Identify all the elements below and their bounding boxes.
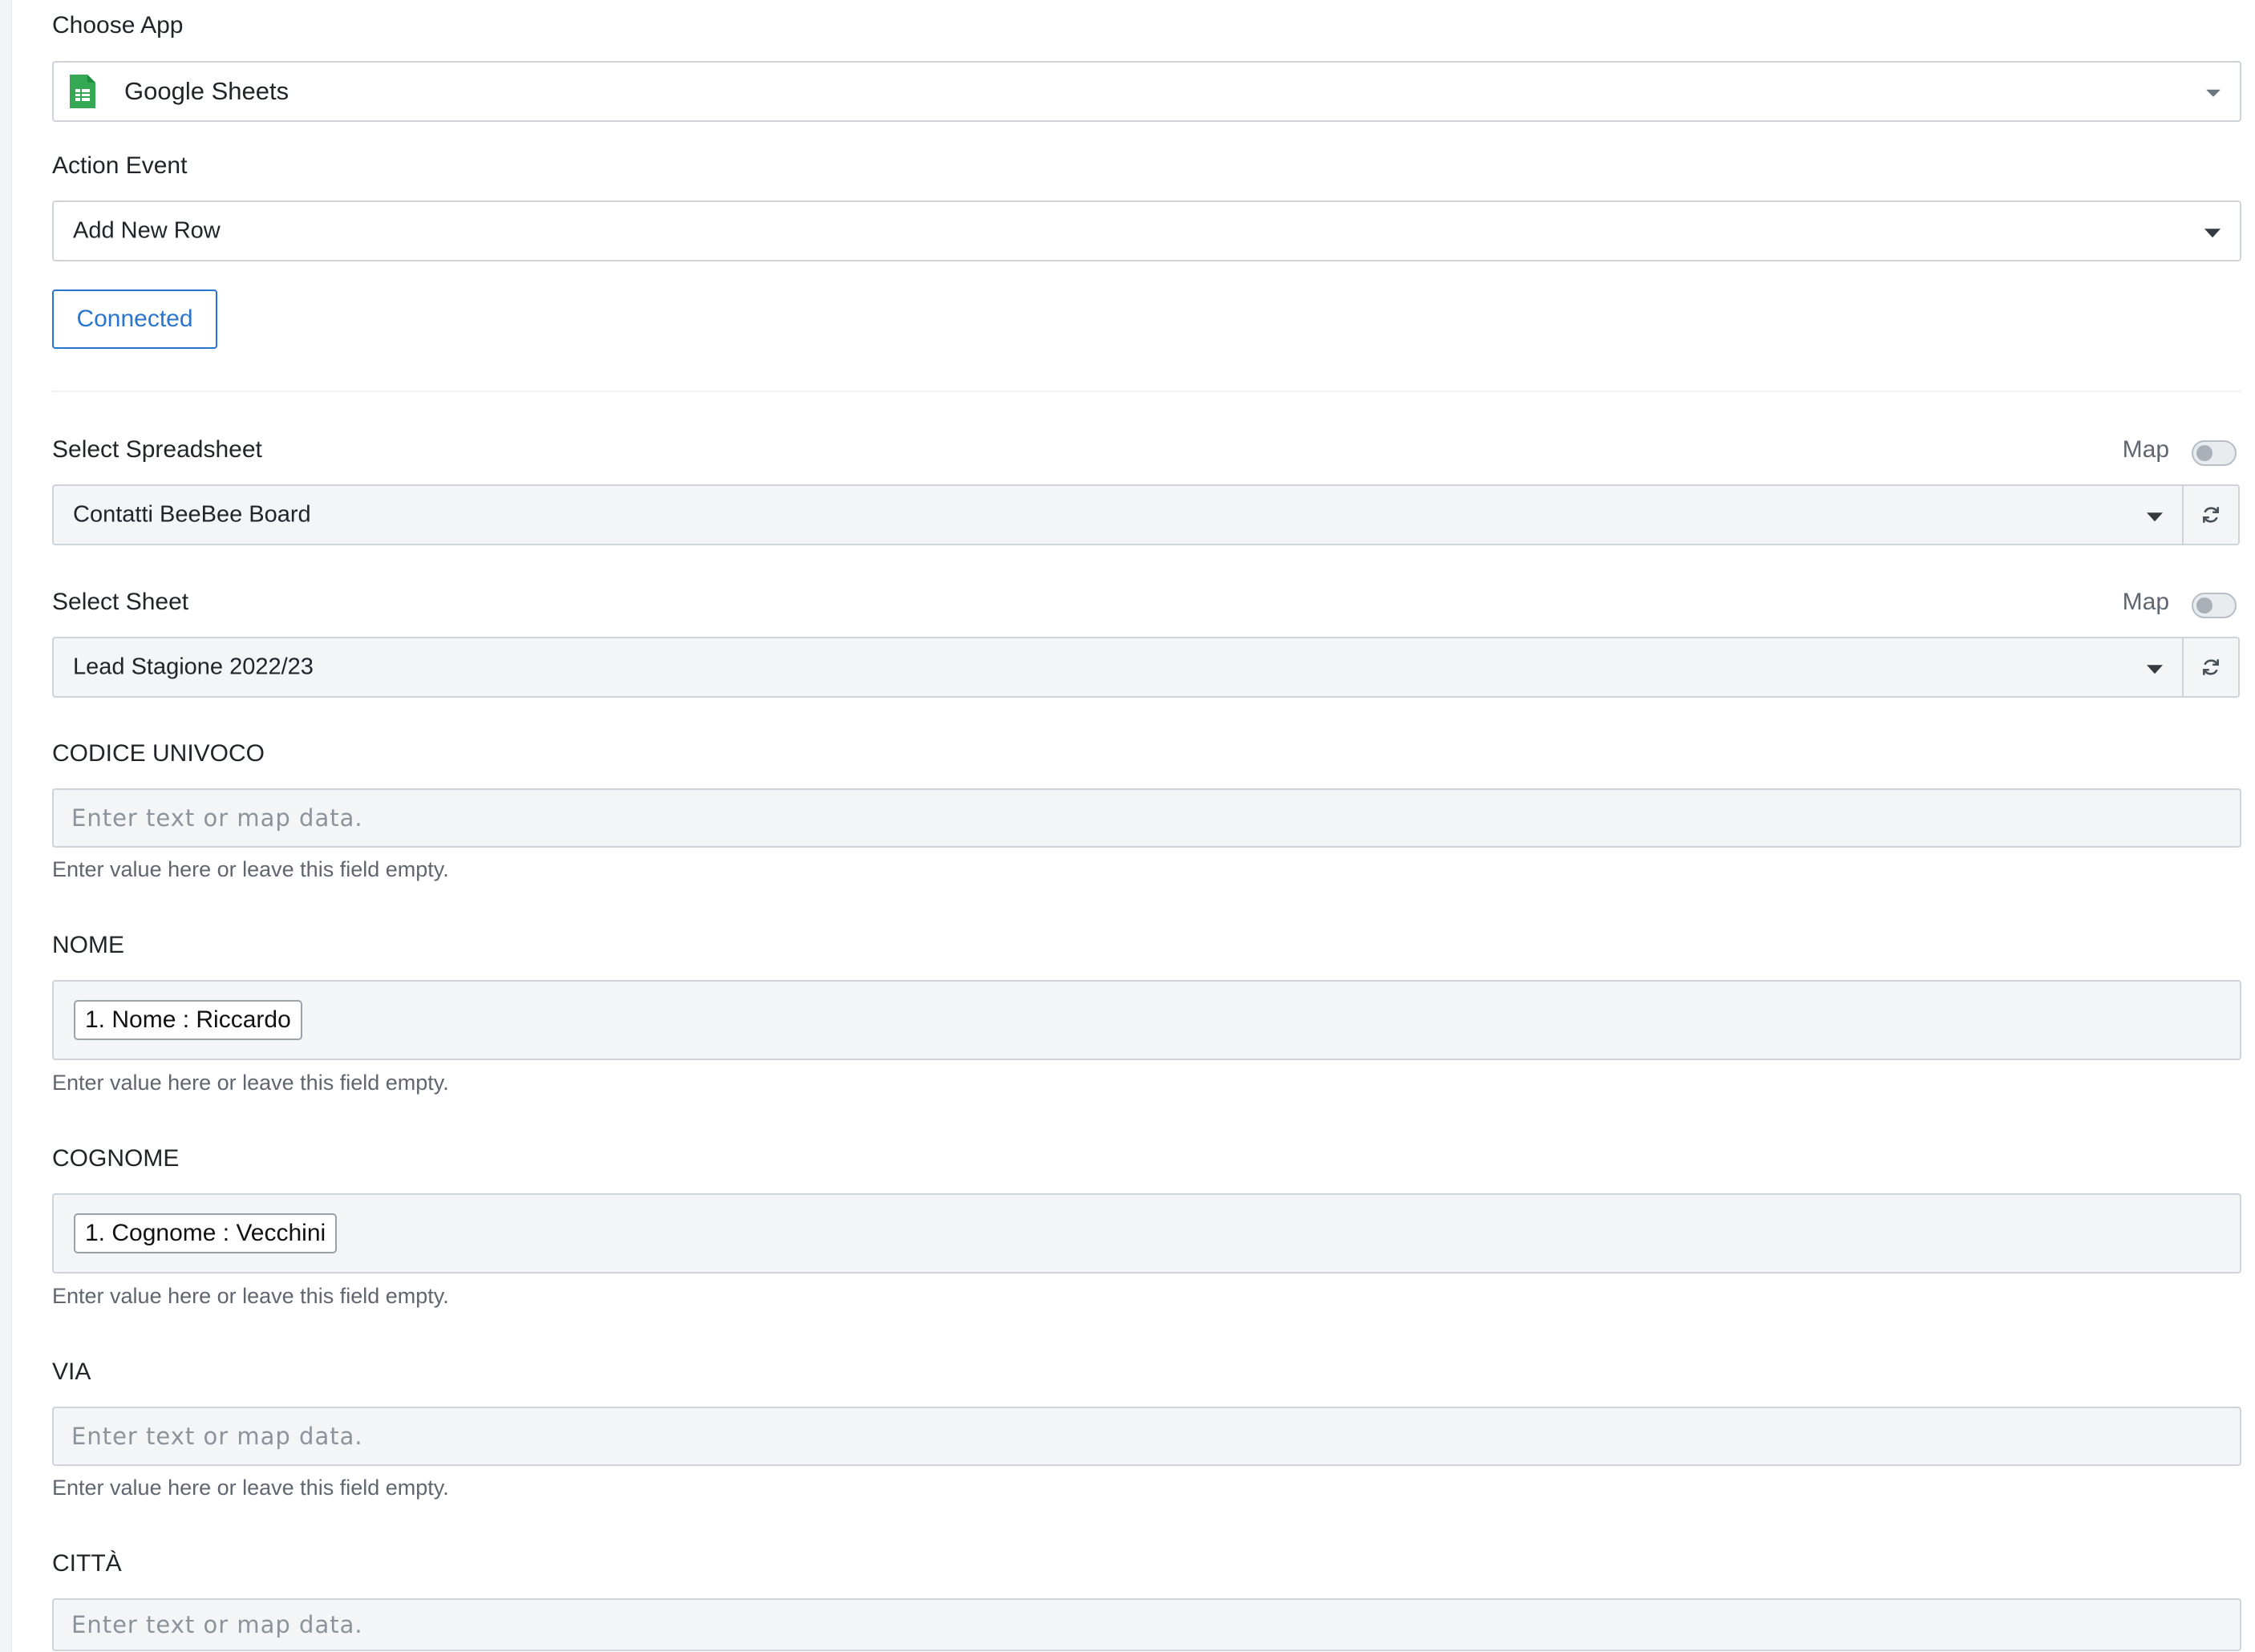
section-divider bbox=[52, 391, 2241, 392]
sheet-label: Select Sheet bbox=[52, 589, 189, 615]
nome-input[interactable]: 1. Nome : Riccardo bbox=[52, 980, 2241, 1060]
sheet-map-label: Map bbox=[2122, 589, 2169, 615]
refresh-icon bbox=[2203, 507, 2219, 523]
action-event-label: Action Event bbox=[52, 152, 188, 179]
field-help-text: Enter value here or leave this field emp… bbox=[52, 1284, 449, 1308]
action-event-value: Add New Row bbox=[73, 217, 221, 244]
sheet-map-control: Map bbox=[2081, 586, 2241, 618]
cognome-input[interactable]: 1. Cognome : Vecchini bbox=[52, 1193, 2241, 1273]
via-input[interactable]: Enter text or map data. bbox=[52, 1407, 2241, 1466]
chevron-down-icon bbox=[2147, 665, 2163, 674]
refresh-icon bbox=[2203, 659, 2219, 675]
spreadsheet-label: Select Spreadsheet bbox=[52, 436, 262, 463]
sheet-value: Lead Stagione 2022/23 bbox=[73, 654, 314, 680]
left-panel-edge bbox=[0, 0, 12, 1652]
field-help-text: Enter value here or leave this field emp… bbox=[52, 1071, 449, 1095]
field-label-nome: NOME bbox=[52, 932, 124, 958]
spreadsheet-map-toggle[interactable] bbox=[2192, 440, 2237, 466]
field-label-cognome: COGNOME bbox=[52, 1145, 180, 1172]
action-event-select[interactable]: Add New Row bbox=[52, 200, 2241, 261]
codice-univoco-input[interactable]: Enter text or map data. bbox=[52, 788, 2241, 848]
field-help-text: Enter value here or leave this field emp… bbox=[52, 1476, 449, 1500]
field-label-via: VIA bbox=[52, 1358, 91, 1385]
spreadsheet-value: Contatti BeeBee Board bbox=[73, 501, 311, 528]
field-help-text: Enter value here or leave this field emp… bbox=[52, 857, 449, 881]
sheet-map-toggle[interactable] bbox=[2192, 593, 2237, 618]
citta-input[interactable]: Enter text or map data. bbox=[52, 1598, 2241, 1651]
google-sheets-icon bbox=[70, 75, 95, 108]
input-placeholder: Enter text or map data. bbox=[71, 1611, 363, 1638]
spreadsheet-map-label: Map bbox=[2122, 436, 2169, 463]
mapped-data-chip[interactable]: 1. Cognome : Vecchini bbox=[74, 1213, 338, 1253]
sheet-select[interactable]: Lead Stagione 2022/23 bbox=[52, 637, 2184, 698]
input-placeholder: Enter text or map data. bbox=[71, 1423, 363, 1450]
connected-button[interactable]: Connected bbox=[52, 290, 217, 349]
choose-app-select[interactable]: Google Sheets bbox=[52, 61, 2241, 122]
page: Choose App Google Sheets Action Event Ad… bbox=[0, 0, 2255, 1652]
choose-app-label: Choose App bbox=[52, 12, 184, 38]
sheet-refresh-button[interactable] bbox=[2184, 637, 2240, 698]
mapped-data-chip[interactable]: 1. Nome : Riccardo bbox=[74, 1000, 302, 1040]
chevron-down-icon bbox=[2147, 512, 2163, 522]
chevron-down-icon bbox=[2204, 229, 2221, 238]
toggle-knob bbox=[2196, 597, 2212, 613]
spreadsheet-refresh-button[interactable] bbox=[2184, 484, 2240, 545]
input-placeholder: Enter text or map data. bbox=[71, 804, 363, 832]
spreadsheet-map-control: Map bbox=[2081, 434, 2241, 466]
field-label-citta: CITTÀ bbox=[52, 1550, 122, 1577]
field-label-codice-univoco: CODICE UNIVOCO bbox=[52, 740, 265, 767]
chevron-down-icon bbox=[2206, 89, 2221, 97]
spreadsheet-select[interactable]: Contatti BeeBee Board bbox=[52, 484, 2184, 545]
choose-app-value: Google Sheets bbox=[124, 77, 289, 105]
toggle-knob bbox=[2196, 445, 2212, 461]
